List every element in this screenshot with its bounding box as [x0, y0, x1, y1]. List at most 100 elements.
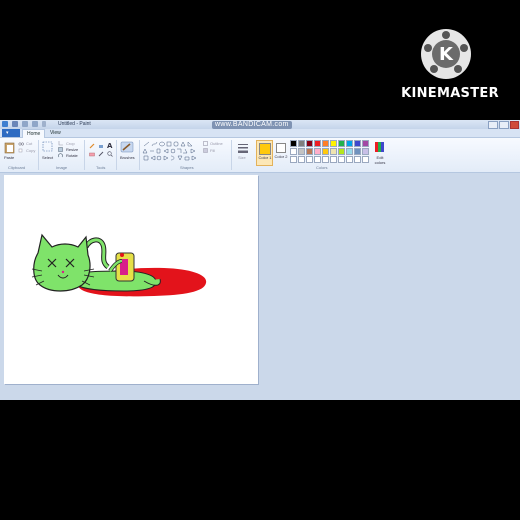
divider: [38, 140, 39, 170]
kinemaster-k-logo-icon: K: [421, 29, 471, 79]
palette-swatch[interactable]: [362, 140, 369, 147]
paint-app-icon[interactable]: [2, 121, 8, 127]
divider: [116, 140, 117, 170]
palette-swatch[interactable]: [290, 140, 297, 147]
ribbon-tabs: ▾ Home View: [0, 129, 520, 138]
colors-group-label: Colors: [316, 165, 328, 170]
outline-icon: [203, 141, 208, 146]
palette-swatch[interactable]: [338, 140, 345, 147]
palette-swatch[interactable]: [322, 148, 329, 155]
palette-swatch[interactable]: [338, 156, 345, 163]
shapes-group-label: Shapes: [180, 165, 194, 170]
cut-button[interactable]: Cut: [26, 141, 32, 146]
palette-swatch[interactable]: [354, 148, 361, 155]
fill-dropdown[interactable]: Fill: [210, 148, 215, 153]
title-bar: Untitled - Paint www.BANDICAM.com: [0, 120, 520, 129]
file-menu-button[interactable]: ▾: [2, 129, 20, 137]
palette-swatch[interactable]: [330, 148, 337, 155]
color-1-swatch: [259, 143, 271, 155]
palette-swatch[interactable]: [306, 140, 313, 147]
color-2-swatch: [276, 143, 286, 153]
edit-colors-button[interactable]: Edit colors: [373, 155, 387, 165]
palette-swatch[interactable]: [330, 156, 337, 163]
palette-swatch[interactable]: [298, 148, 305, 155]
color-1-label: Color 1: [258, 155, 272, 160]
tab-view[interactable]: View: [46, 129, 65, 137]
select-icon[interactable]: [42, 141, 53, 152]
cat-drawing: [31, 233, 207, 297]
divider: [139, 140, 140, 170]
redo-icon[interactable]: [32, 121, 38, 127]
palette-swatch[interactable]: [298, 156, 305, 163]
image-group-label: Image: [56, 165, 68, 170]
eraser-icon[interactable]: [89, 151, 95, 157]
palette-swatch[interactable]: [314, 156, 321, 163]
paste-button[interactable]: Paste: [4, 155, 14, 160]
palette-swatch[interactable]: [306, 156, 313, 163]
fill-icon: [203, 148, 208, 153]
palette-swatch[interactable]: [314, 140, 321, 147]
maximize-button[interactable]: [499, 121, 509, 129]
palette-swatch[interactable]: [354, 156, 361, 163]
close-button[interactable]: [510, 121, 519, 129]
bandicam-watermark: www.BANDICAM.com: [212, 121, 292, 129]
divider: [231, 140, 232, 170]
brushes-button[interactable]: Brushes: [120, 155, 135, 160]
palette-swatch[interactable]: [362, 148, 369, 155]
tab-home[interactable]: Home: [22, 129, 46, 138]
ribbon: Paste Cut Copy Clipboard Select Crop Res…: [0, 138, 520, 173]
crop-button[interactable]: Crop: [66, 141, 75, 146]
copy-button[interactable]: Copy: [26, 148, 35, 153]
palette-swatch[interactable]: [362, 156, 369, 163]
customize-quick-access-icon[interactable]: [42, 121, 46, 127]
color-1-button[interactable]: Color 1: [256, 140, 273, 166]
palette-swatch[interactable]: [290, 156, 297, 163]
palette-swatch[interactable]: [314, 148, 321, 155]
edit-colors-icon[interactable]: [374, 141, 386, 153]
palette-swatch[interactable]: [346, 156, 353, 163]
pencil-icon[interactable]: [89, 143, 95, 149]
outline-dropdown[interactable]: Outline: [210, 141, 223, 146]
color-2-button[interactable]: Color 2: [273, 140, 288, 164]
size-button[interactable]: Size: [238, 155, 246, 160]
clipboard-group-label: Clipboard: [8, 165, 26, 170]
palette-swatch[interactable]: [306, 148, 313, 155]
color-2-label: Color 2: [274, 154, 288, 159]
palette-swatch[interactable]: [338, 148, 345, 155]
copy-icon: [18, 148, 23, 153]
resize-button[interactable]: Resize: [66, 147, 78, 152]
fill-bucket-icon[interactable]: [98, 143, 104, 149]
color-palette: [290, 140, 370, 164]
palette-swatch[interactable]: [322, 156, 329, 163]
undo-icon[interactable]: [22, 121, 28, 127]
palette-swatch[interactable]: [330, 140, 337, 147]
crop-icon: [58, 141, 63, 146]
palette-swatch[interactable]: [346, 140, 353, 147]
rotate-button[interactable]: Rotate: [66, 153, 78, 158]
canvas-workspace: [0, 173, 520, 400]
save-icon[interactable]: [12, 121, 18, 127]
rotate-icon: [58, 153, 63, 158]
text-icon[interactable]: A: [107, 142, 113, 149]
drawing-canvas[interactable]: [4, 175, 258, 384]
paint-window: Untitled - Paint www.BANDICAM.com ▾ Home…: [0, 120, 520, 400]
divider: [84, 140, 85, 170]
palette-swatch[interactable]: [354, 140, 361, 147]
paste-icon[interactable]: [4, 141, 15, 154]
cat-head: [33, 233, 91, 292]
palette-swatch[interactable]: [346, 148, 353, 155]
palette-swatch[interactable]: [322, 140, 329, 147]
color-picker-icon[interactable]: [98, 151, 104, 157]
magnifier-icon[interactable]: [107, 151, 113, 157]
minimize-button[interactable]: [488, 121, 498, 129]
kinemaster-wordmark: KINEMASTER: [401, 86, 499, 101]
svg-text:K: K: [439, 44, 454, 65]
palette-swatch[interactable]: [298, 140, 305, 147]
svg-text:A: A: [107, 142, 113, 149]
shapes-gallery[interactable]: [142, 141, 200, 161]
cut-icon: [18, 142, 24, 146]
size-icon[interactable]: [237, 142, 249, 154]
select-button[interactable]: Select: [42, 155, 53, 160]
palette-swatch[interactable]: [290, 148, 297, 155]
brushes-icon[interactable]: [120, 141, 134, 153]
